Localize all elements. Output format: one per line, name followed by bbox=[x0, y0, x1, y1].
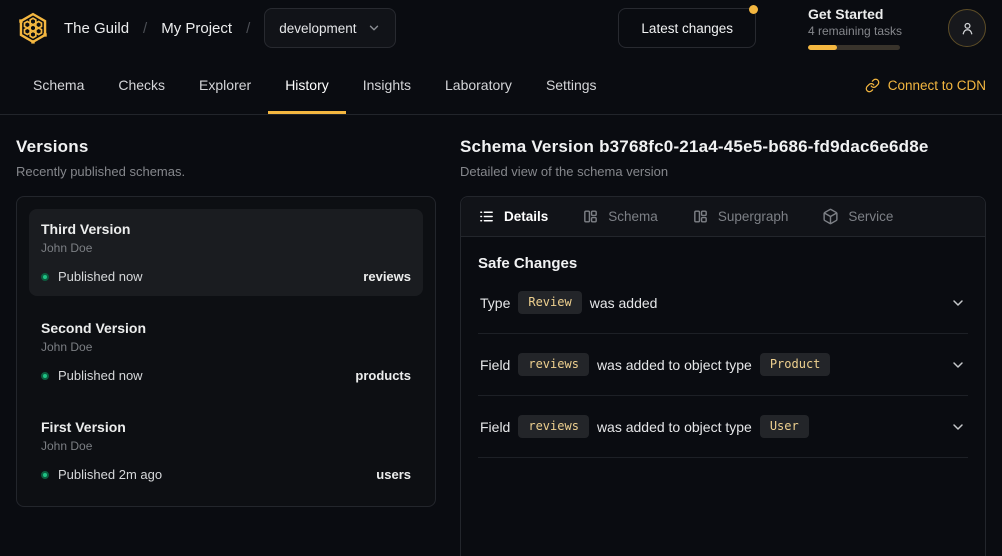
published-status-icon bbox=[41, 471, 49, 479]
detail-tab-details[interactable]: Details bbox=[478, 208, 548, 225]
change-row[interactable]: Type Review was added bbox=[478, 272, 968, 334]
change-badge: Review bbox=[518, 291, 581, 314]
version-author: John Doe bbox=[41, 439, 411, 453]
schema-version-panel: Schema Version b3768fc0-21a4-45e5-b686-f… bbox=[460, 137, 986, 556]
breadcrumb-separator: / bbox=[246, 20, 250, 37]
detail-tab-label: Service bbox=[848, 209, 893, 224]
detail-tab-bar: Details Schema bbox=[461, 197, 985, 237]
detail-content: Safe Changes Type Review was added Field… bbox=[461, 237, 985, 458]
version-list-item[interactable]: Third Version John Doe Published now rev… bbox=[29, 209, 423, 296]
target-selector-value: development bbox=[279, 21, 356, 36]
detail-tab-label: Details bbox=[504, 209, 548, 224]
version-name: Second Version bbox=[41, 320, 411, 336]
published-status-icon bbox=[41, 273, 49, 281]
columns-icon bbox=[582, 208, 599, 225]
latest-changes-button[interactable]: Latest changes bbox=[618, 8, 756, 48]
detail-tab-label: Supergraph bbox=[718, 209, 789, 224]
detail-tab-service[interactable]: Service bbox=[822, 208, 893, 225]
tab-checks[interactable]: Checks bbox=[101, 56, 182, 114]
chevron-down-icon bbox=[367, 21, 381, 35]
version-list-item[interactable]: Second Version John Doe Published now pr… bbox=[29, 308, 423, 395]
notification-dot bbox=[749, 5, 758, 14]
progress-fill bbox=[808, 45, 837, 50]
version-author: John Doe bbox=[41, 241, 411, 255]
tab-laboratory[interactable]: Laboratory bbox=[428, 56, 529, 114]
schema-version-detail-card: Details Schema bbox=[460, 196, 986, 556]
get-started-subtitle: 4 remaining tasks bbox=[808, 24, 900, 38]
service-name: products bbox=[355, 368, 411, 383]
change-prefix: Field bbox=[480, 357, 510, 373]
schema-version-subtitle: Detailed view of the schema version bbox=[460, 164, 986, 179]
tab-explorer[interactable]: Explorer bbox=[182, 56, 268, 114]
change-text: was added to object type bbox=[597, 357, 752, 373]
chevron-down-icon[interactable] bbox=[950, 295, 966, 311]
published-status-icon bbox=[41, 372, 49, 380]
published-status-text: Published now bbox=[58, 269, 143, 284]
columns-icon bbox=[692, 208, 709, 225]
change-badge: reviews bbox=[518, 415, 589, 438]
safe-changes-title: Safe Changes bbox=[478, 255, 968, 272]
change-row[interactable]: Field reviews was added to object type P… bbox=[478, 334, 968, 396]
change-text: was added to object type bbox=[597, 419, 752, 435]
connect-to-cdn-link[interactable]: Connect to CDN bbox=[865, 56, 986, 114]
versions-list: Third Version John Doe Published now rev… bbox=[16, 196, 436, 507]
detail-tab-schema[interactable]: Schema bbox=[582, 208, 658, 225]
get-started-widget[interactable]: Get Started 4 remaining tasks bbox=[808, 6, 900, 50]
service-name: reviews bbox=[363, 269, 411, 284]
change-badge: reviews bbox=[518, 353, 589, 376]
version-name: Third Version bbox=[41, 221, 411, 237]
published-status-text: Published 2m ago bbox=[58, 467, 162, 482]
main-content: Versions Recently published schemas. Thi… bbox=[0, 115, 1002, 556]
version-list-item[interactable]: First Version John Doe Published 2m ago … bbox=[29, 407, 423, 494]
get-started-progressbar bbox=[808, 45, 900, 50]
schema-version-title: Schema Version b3768fc0-21a4-45e5-b686-f… bbox=[460, 137, 986, 157]
change-prefix: Type bbox=[480, 295, 510, 311]
list-icon bbox=[478, 208, 495, 225]
breadcrumb-org[interactable]: The Guild bbox=[64, 20, 129, 37]
page-tab-bar: Schema Checks Explorer History Insights … bbox=[0, 56, 1002, 115]
top-bar: The Guild / My Project / development Lat… bbox=[0, 0, 1002, 56]
change-prefix: Field bbox=[480, 419, 510, 435]
published-status-text: Published now bbox=[58, 368, 143, 383]
change-text: was added bbox=[590, 295, 658, 311]
cube-icon bbox=[822, 208, 839, 225]
versions-panel: Versions Recently published schemas. Thi… bbox=[16, 137, 436, 507]
chevron-down-icon[interactable] bbox=[950, 357, 966, 373]
tab-history[interactable]: History bbox=[268, 56, 346, 114]
change-type-badge: Product bbox=[760, 353, 831, 376]
tab-schema[interactable]: Schema bbox=[16, 56, 101, 114]
change-row[interactable]: Field reviews was added to object type U… bbox=[478, 396, 968, 458]
service-name: users bbox=[376, 467, 411, 482]
tab-insights[interactable]: Insights bbox=[346, 56, 428, 114]
guild-logo-icon[interactable] bbox=[16, 11, 50, 45]
user-icon bbox=[959, 20, 976, 37]
user-avatar[interactable] bbox=[948, 9, 986, 47]
tab-settings[interactable]: Settings bbox=[529, 56, 614, 114]
link-icon bbox=[865, 78, 880, 93]
detail-tab-supergraph[interactable]: Supergraph bbox=[692, 208, 789, 225]
versions-title: Versions bbox=[16, 137, 436, 157]
version-author: John Doe bbox=[41, 340, 411, 354]
breadcrumb-separator: / bbox=[143, 20, 147, 37]
detail-tab-label: Schema bbox=[608, 209, 658, 224]
target-selector-dropdown[interactable]: development bbox=[264, 8, 395, 48]
get-started-title: Get Started bbox=[808, 6, 900, 22]
version-name: First Version bbox=[41, 419, 411, 435]
versions-subtitle: Recently published schemas. bbox=[16, 164, 436, 179]
latest-changes-label: Latest changes bbox=[641, 21, 733, 36]
change-type-badge: User bbox=[760, 415, 809, 438]
breadcrumb: The Guild / My Project / development bbox=[64, 8, 396, 48]
chevron-down-icon[interactable] bbox=[950, 419, 966, 435]
connect-to-cdn-label: Connect to CDN bbox=[888, 78, 986, 93]
breadcrumb-project[interactable]: My Project bbox=[161, 20, 232, 37]
